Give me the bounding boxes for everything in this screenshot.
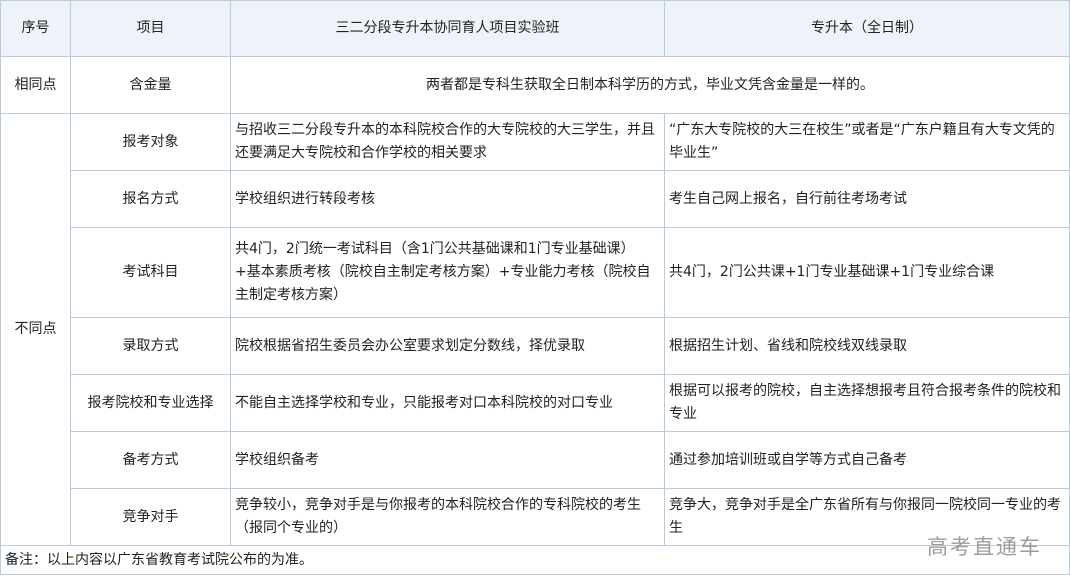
table-row: 不同点 报考对象 与招收三二分段专升本的本科院校合作的大专院校的大三学生，并且还… <box>0 113 1070 546</box>
row-item: 报考对象 <box>70 113 231 171</box>
header-item: 项目 <box>70 0 231 57</box>
same-row: 相同点 含金量 两者都是专科生获取全日制本科学历的方式，毕业文凭含金量是一样的。 <box>0 56 1070 114</box>
footnote-row: 备注：以上内容以广东省教育考试院公布的为准。 <box>0 545 1070 575</box>
comparison-table: 序号 项目 三二分段专升本协同育人项目实验班 专升本（全日制） 相同点 含金量 … <box>0 0 1070 575</box>
watermark-text: 高考直通车 <box>927 535 1042 559</box>
table-row: 报考院校和专业选择 不能自主选择学校和专业，只能报考对口本科院校的对口专业 根据… <box>1 374 1070 432</box>
row-program-b: 根据招生计划、省线和院校线双线录取 <box>664 317 1070 375</box>
row-program-a: 与招收三二分段专升本的本科院校合作的大专院校的大三学生，并且还要满足大专院校和合… <box>230 113 665 171</box>
row-program-a: 学校组织进行转段考核 <box>230 170 665 228</box>
row-program-b: “广东大专院校的大三在校生”或者是“广东户籍且有大专文凭的毕业生” <box>664 113 1070 171</box>
footnote: 备注：以上内容以广东省教育考试院公布的为准。 <box>0 545 1070 575</box>
row-item: 录取方式 <box>70 317 231 375</box>
row-program-a: 共4门，2门统一考试科目（含1门公共基础课和1门专业基础课）+基本素质考核（院校… <box>230 227 665 318</box>
row-item: 备考方式 <box>70 431 231 489</box>
same-group-label: 相同点 <box>0 56 71 114</box>
row-program-b: 共4门，2门公共课+1门专业基础课+1门专业综合课 <box>664 227 1070 318</box>
row-program-a: 学校组织备考 <box>230 431 665 489</box>
header-row: 序号 项目 三二分段专升本协同育人项目实验班 专升本（全日制） <box>0 0 1070 57</box>
header-index: 序号 <box>0 0 71 57</box>
row-program-b: 根据可以报考的院校，自主选择想报考且符合报考条件的院校和专业 <box>664 374 1070 432</box>
table-row: 考试科目 共4门，2门统一考试科目（含1门公共基础课和1门专业基础课）+基本素质… <box>1 227 1070 318</box>
row-item: 竞争对手 <box>70 488 231 546</box>
table-row: 报名方式 学校组织进行转段考核 考生自己网上报名，自行前往考场考试 <box>1 170 1070 228</box>
row-item: 报名方式 <box>70 170 231 228</box>
same-item: 含金量 <box>70 56 231 114</box>
row-program-b: 通过参加培训班或自学等方式自己备考 <box>664 431 1070 489</box>
table-row: 录取方式 院校根据省招生委员会办公室要求划定分数线，择优录取 根据招生计划、省线… <box>1 317 1070 375</box>
table-row: 备考方式 学校组织备考 通过参加培训班或自学等方式自己备考 <box>1 431 1070 489</box>
row-program-a: 竞争较小，竞争对手是与你报考的本科院校合作的专科院校的考生（报同个专业的） <box>230 488 665 546</box>
header-program-b: 专升本（全日制） <box>664 0 1070 57</box>
diff-group-label: 不同点 <box>0 113 71 546</box>
header-program-a: 三二分段专升本协同育人项目实验班 <box>230 0 665 57</box>
row-program-a: 院校根据省招生委员会办公室要求划定分数线，择优录取 <box>230 317 665 375</box>
table-row: 竞争对手 竞争较小，竞争对手是与你报考的本科院校合作的专科院校的考生（报同个专业… <box>1 488 1070 546</box>
row-item: 考试科目 <box>70 227 231 318</box>
row-program-b: 考生自己网上报名，自行前往考场考试 <box>664 170 1070 228</box>
same-text: 两者都是专科生获取全日制本科学历的方式，毕业文凭含金量是一样的。 <box>230 56 1070 114</box>
row-item: 报考院校和专业选择 <box>70 374 231 432</box>
row-program-a: 不能自主选择学校和专业，只能报考对口本科院校的对口专业 <box>230 374 665 432</box>
